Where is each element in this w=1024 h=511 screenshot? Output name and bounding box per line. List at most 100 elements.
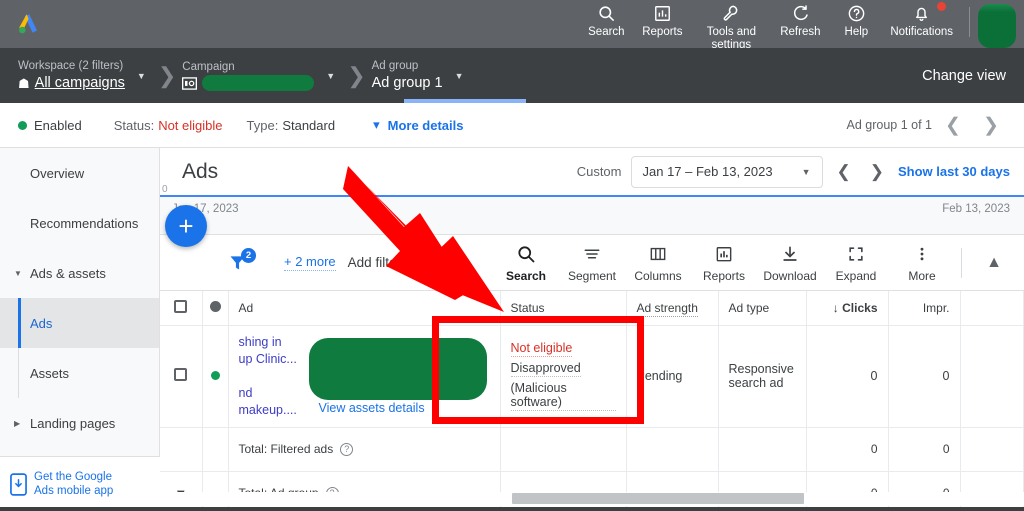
column-header-ad-type[interactable]: Ad type	[718, 291, 807, 326]
change-view-button[interactable]: Change view	[922, 68, 1006, 84]
add-filter-button[interactable]: Add filter	[348, 255, 401, 270]
ad-type-line2: search ad	[728, 376, 784, 390]
header-reports-button[interactable]: Reports	[634, 3, 690, 39]
sidebar-item-overview[interactable]: Overview	[0, 148, 159, 198]
total-filtered-extra-cell	[960, 427, 1024, 472]
google-ads-logo[interactable]	[0, 0, 56, 48]
next-adgroup-button[interactable]: ❯	[974, 108, 1008, 142]
show-last-30-days-button[interactable]: Show last 30 days	[898, 164, 1010, 179]
select-all-header[interactable]	[160, 291, 203, 326]
column-header-status[interactable]: Status	[500, 291, 627, 326]
home-icon: ☗	[18, 75, 30, 91]
breadcrumb-campaign-value	[182, 75, 315, 91]
row-checkbox[interactable]	[174, 368, 188, 381]
account-avatar[interactable]	[978, 4, 1016, 48]
toolbar-more-button[interactable]: More	[889, 243, 955, 283]
breadcrumb-workspace[interactable]: Workspace (2 filters) ☗ All campaigns ▼	[0, 59, 146, 93]
select-all-checkbox[interactable]	[174, 299, 188, 313]
breadcrumb-workspace-chevron-down-icon[interactable]: ▼	[137, 71, 146, 81]
filter-icon[interactable]: 2	[222, 247, 256, 278]
mobile-app-promo[interactable]: Get the Google Ads mobile app	[0, 456, 160, 511]
column-label: Ad type	[728, 300, 770, 315]
sidebar-item-recommendations[interactable]: Recommendations	[0, 198, 159, 248]
chevron-down-icon: ▼	[801, 166, 811, 177]
more-details-label: More details	[387, 117, 464, 133]
toolbar-expand-label: Expand	[835, 268, 877, 283]
previous-adgroup-button[interactable]: ❮	[936, 108, 970, 142]
toolbar-expand-button[interactable]: Expand	[823, 243, 889, 283]
chart-end-date-label: Feb 13, 2023	[942, 203, 1010, 215]
header-notifications-button[interactable]: Notifications	[884, 1, 959, 39]
main-content: Ads Custom Jan 17 – Feb 13, 2023 ▼ ❮ ❯ S…	[160, 148, 1024, 511]
ads-header: Ads Custom Jan 17 – Feb 13, 2023 ▼ ❮ ❯ S…	[160, 148, 1024, 195]
toolbar-segment-button[interactable]: Segment	[559, 243, 625, 283]
horizontal-scrollbar-thumb[interactable]	[512, 493, 804, 504]
breadcrumb-workspace-text: Workspace (2 filters) ☗ All campaigns	[18, 59, 125, 93]
header-refresh-button[interactable]: Refresh	[772, 3, 828, 39]
header-divider	[969, 7, 970, 37]
toolbar-download-button[interactable]: Download	[757, 243, 823, 283]
row-status-dot-cell	[202, 325, 229, 428]
header-refresh-label: Refresh	[780, 26, 821, 38]
wrench-icon	[722, 3, 741, 23]
ad-text-line1: shing in	[238, 334, 282, 349]
column-header-ad-strength[interactable]: Ad strength	[626, 291, 719, 326]
breadcrumb-campaign[interactable]: Campaign ▼	[178, 60, 335, 91]
breadcrumb-adgroup-chevron-down-icon[interactable]: ▼	[455, 71, 464, 81]
toolbar-reports-button[interactable]: Reports	[691, 243, 757, 283]
collapse-panel-button[interactable]: ▲	[968, 254, 1020, 272]
toolbar-separator	[961, 247, 962, 278]
more-vertical-icon	[912, 243, 932, 265]
sidebar-item-assets[interactable]: Assets	[0, 348, 159, 398]
column-label: Clicks	[842, 300, 878, 315]
sidebar-item-landing-pages[interactable]: ▶ Landing pages	[0, 398, 159, 448]
more-filters-link[interactable]: + 2 more	[284, 254, 336, 271]
status-dot-icon	[209, 300, 221, 312]
sidebar-item-label: Assets	[30, 365, 70, 381]
column-label: Ad	[238, 300, 254, 315]
toolbar-search-button[interactable]: Search	[493, 243, 559, 283]
more-details-button[interactable]: ▾ More details	[373, 117, 463, 133]
total-filtered-strength-cell	[626, 427, 719, 472]
row-ad-strength-cell: Pending	[626, 325, 719, 428]
next-date-range-button[interactable]: ❯	[865, 162, 889, 182]
table-row[interactable]: shing in up Clinic... nd makeup.... View…	[160, 325, 1024, 428]
horizontal-scrollbar-track[interactable]	[160, 492, 1024, 506]
header-help-button[interactable]: Help	[828, 3, 884, 39]
view-assets-details-link[interactable]: View assets details	[319, 401, 425, 415]
header-tools-settings-button[interactable]: Tools and settings	[690, 3, 772, 51]
column-header-impressions[interactable]: Impr.	[888, 291, 961, 326]
adgroup-pagination-label: Ad group 1 of 1	[846, 118, 932, 132]
toolbar-columns-button[interactable]: Columns	[625, 243, 691, 283]
column-header-ad[interactable]: Ad	[228, 291, 501, 326]
sidebar-item-ads[interactable]: Ads	[0, 298, 159, 348]
breadcrumb-campaign-chevron-down-icon[interactable]: ▼	[326, 71, 335, 81]
header-search-button[interactable]: Search	[578, 3, 634, 39]
segment-lines-icon	[582, 243, 602, 265]
new-ad-button[interactable]: +	[165, 205, 207, 247]
previous-date-range-button[interactable]: ❮	[832, 162, 856, 182]
breadcrumb-adgroup[interactable]: Ad group Ad group 1 ▼	[368, 59, 464, 93]
notification-badge	[936, 1, 947, 12]
help-question-icon[interactable]: ?	[340, 442, 354, 456]
filter-count-badge: 2	[241, 247, 256, 263]
breadcrumb-workspace-value: ☗ All campaigns	[18, 74, 125, 93]
row-status-cell: Not eligible Disapproved (Malicious soft…	[500, 325, 627, 428]
status-field-value: Not eligible	[158, 117, 223, 133]
table-header-row: Ad Status Ad strength Ad type ↓ Clicks I…	[160, 291, 1024, 326]
toolbar-columns-label: Columns	[634, 268, 682, 283]
row-select-cell[interactable]	[160, 325, 203, 428]
sidebar-item-ads-and-assets[interactable]: ▼ Ads & assets	[0, 248, 159, 298]
date-range-picker[interactable]: Jan 17 – Feb 13, 2023 ▼	[630, 155, 823, 188]
date-custom-label: Custom	[576, 164, 622, 179]
app-root: Search Reports Tools and settings Refres…	[0, 0, 1024, 511]
ad-type-line1: Responsive	[728, 362, 794, 376]
breadcrumb-campaign-text: Campaign	[182, 60, 315, 91]
bell-icon	[912, 3, 931, 23]
status-enabled: Enabled	[0, 118, 82, 133]
status-dot-header[interactable]	[202, 291, 229, 326]
type-field: Type: Standard	[223, 118, 336, 133]
column-header-clicks[interactable]: ↓ Clicks	[806, 291, 889, 326]
type-field-label: Type:	[246, 117, 279, 133]
sidebar-item-label: Landing pages	[30, 415, 116, 431]
